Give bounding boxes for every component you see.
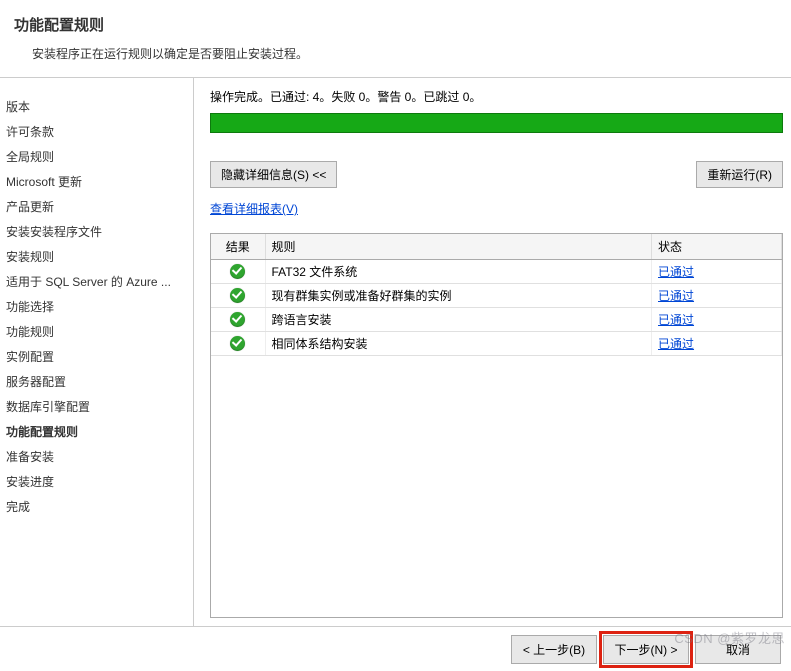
- result-cell: [211, 284, 265, 308]
- sidebar-item[interactable]: 许可条款: [6, 119, 187, 144]
- status-link[interactable]: 已通过: [658, 265, 694, 279]
- col-header-rule: 规则: [265, 234, 652, 260]
- main-panel: 操作完成。已通过: 4。失败 0。警告 0。已跳过 0。 隐藏详细信息(S) <…: [194, 78, 791, 626]
- body: 版本许可条款全局规则Microsoft 更新产品更新安装安装程序文件安装规则适用…: [0, 78, 791, 626]
- view-report-link[interactable]: 查看详细报表(V): [210, 202, 298, 216]
- status-link[interactable]: 已通过: [658, 313, 694, 327]
- rules-table-wrap: 结果 规则 状态 FAT32 文件系统已通过现有群集实例或准备好群集的实例已通过…: [210, 233, 783, 618]
- col-header-status: 状态: [652, 234, 782, 260]
- page-title: 功能配置规则: [14, 14, 777, 35]
- sidebar-item[interactable]: 安装进度: [6, 469, 187, 494]
- status-cell: 已通过: [652, 308, 782, 332]
- header: 功能配置规则 安装程序正在运行规则以确定是否要阻止安装过程。: [0, 0, 791, 78]
- status-cell: 已通过: [652, 284, 782, 308]
- result-cell: [211, 260, 265, 284]
- next-button[interactable]: 下一步(N) >: [603, 635, 689, 664]
- sidebar-item[interactable]: 功能选择: [6, 294, 187, 319]
- sidebar-item[interactable]: 功能规则: [6, 319, 187, 344]
- rule-cell: 现有群集实例或准备好群集的实例: [265, 284, 652, 308]
- sidebar-item[interactable]: Microsoft 更新: [6, 169, 187, 194]
- result-cell: [211, 332, 265, 356]
- check-icon: [230, 312, 245, 327]
- rule-cell: 跨语言安装: [265, 308, 652, 332]
- rules-table: 结果 规则 状态 FAT32 文件系统已通过现有群集实例或准备好群集的实例已通过…: [211, 234, 782, 356]
- check-icon: [230, 336, 245, 351]
- progress-bar: [210, 113, 783, 133]
- sidebar-item[interactable]: 版本: [6, 94, 187, 119]
- sidebar-item[interactable]: 完成: [6, 494, 187, 519]
- rule-cell: 相同体系结构安装: [265, 332, 652, 356]
- check-icon: [230, 288, 245, 303]
- status-text: 操作完成。已通过: 4。失败 0。警告 0。已跳过 0。: [210, 88, 783, 105]
- sidebar-item[interactable]: 实例配置: [6, 344, 187, 369]
- table-row: 相同体系结构安装已通过: [211, 332, 782, 356]
- page-subtitle: 安装程序正在运行规则以确定是否要阻止安装过程。: [14, 45, 777, 62]
- sidebar-item[interactable]: 功能配置规则: [6, 419, 187, 444]
- sidebar-item[interactable]: 服务器配置: [6, 369, 187, 394]
- hide-details-button[interactable]: 隐藏详细信息(S) <<: [210, 161, 337, 188]
- sidebar-item[interactable]: 准备安装: [6, 444, 187, 469]
- details-button-row: 隐藏详细信息(S) << 重新运行(R): [210, 161, 783, 188]
- sidebar: 版本许可条款全局规则Microsoft 更新产品更新安装安装程序文件安装规则适用…: [0, 78, 194, 626]
- status-link[interactable]: 已通过: [658, 289, 694, 303]
- table-row: 跨语言安装已通过: [211, 308, 782, 332]
- sidebar-item[interactable]: 数据库引擎配置: [6, 394, 187, 419]
- back-button[interactable]: < 上一步(B): [511, 635, 597, 664]
- sidebar-item[interactable]: 全局规则: [6, 144, 187, 169]
- table-row: FAT32 文件系统已通过: [211, 260, 782, 284]
- footer: < 上一步(B) 下一步(N) > 取消: [0, 626, 791, 671]
- cancel-button[interactable]: 取消: [695, 635, 781, 664]
- table-row: 现有群集实例或准备好群集的实例已通过: [211, 284, 782, 308]
- col-header-result: 结果: [211, 234, 265, 260]
- rerun-button[interactable]: 重新运行(R): [696, 161, 783, 188]
- sidebar-item[interactable]: 安装安装程序文件: [6, 219, 187, 244]
- status-cell: 已通过: [652, 332, 782, 356]
- check-icon: [230, 264, 245, 279]
- status-link[interactable]: 已通过: [658, 337, 694, 351]
- sidebar-item[interactable]: 适用于 SQL Server 的 Azure ...: [6, 269, 187, 294]
- status-cell: 已通过: [652, 260, 782, 284]
- table-header-row: 结果 规则 状态: [211, 234, 782, 260]
- result-cell: [211, 308, 265, 332]
- sidebar-item[interactable]: 安装规则: [6, 244, 187, 269]
- view-report-link-wrap: 查看详细报表(V): [210, 200, 783, 217]
- sidebar-item[interactable]: 产品更新: [6, 194, 187, 219]
- rule-cell: FAT32 文件系统: [265, 260, 652, 284]
